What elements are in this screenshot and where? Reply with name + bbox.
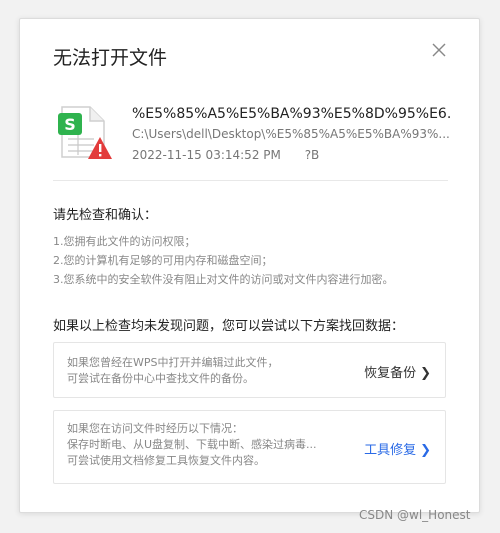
option-line: 保存时断电、从U盘复制、下载中断、感染过病毒... — [67, 438, 317, 451]
file-date: 2022-11-15 03:14:52 PM — [132, 148, 281, 162]
restore-backup-label: 恢复备份 — [364, 366, 417, 381]
close-icon[interactable] — [429, 40, 449, 60]
wps-spreadsheet-error-icon: S — [58, 106, 112, 159]
chevron-right-icon: ❯ — [420, 366, 431, 381]
tool-repair-label: 工具修复 — [364, 443, 417, 458]
option-description: 如果您在访问文件时经历以下情况： 保存时断电、从U盘复制、下载中断、感染过病毒.… — [67, 421, 317, 469]
option-line: 如果您在访问文件时经历以下情况： — [67, 422, 243, 435]
recover-title: 如果以上检查均未发现问题，您可以尝试以下方案找回数据： — [53, 319, 405, 334]
restore-backup-button[interactable]: 恢复备份 ❯ — [364, 362, 431, 381]
check-list: 1.您拥有此文件的访问权限； 2.您的计算机有足够的可用内存和磁盘空间； 3.您… — [53, 232, 394, 289]
file-name: %E5%85%A5%E5%BA%93%E5%8D%95%E6... — [132, 106, 452, 122]
dialog-title: 无法打开文件 — [53, 47, 168, 69]
option-line: 可尝试在备份中心中查找文件的备份。 — [67, 372, 254, 385]
file-size: ?B — [304, 148, 320, 162]
option-restore-backup: 如果您曾经在WPS中打开并编辑过此文件， 可尝试在备份中心中查找文件的备份。 恢… — [53, 342, 446, 398]
tool-repair-button[interactable]: 工具修复 ❯ — [364, 439, 431, 458]
chevron-right-icon: ❯ — [420, 443, 431, 458]
open-file-error-dialog: 无法打开文件 S %E5%85%A5%E5%BA%93%E5%8D%95%E6.… — [19, 18, 480, 513]
svg-text:S: S — [64, 115, 76, 134]
option-description: 如果您曾经在WPS中打开并编辑过此文件， 可尝试在备份中心中查找文件的备份。 — [67, 355, 279, 387]
option-line: 如果您曾经在WPS中打开并编辑过此文件， — [67, 356, 279, 369]
watermark: CSDN @wl_Honest — [359, 508, 471, 522]
check-item: 1.您拥有此文件的访问权限； — [53, 235, 196, 248]
check-item: 3.您系统中的安全软件没有阻止对文件的访问或对文件内容进行加密。 — [53, 273, 394, 286]
divider — [53, 180, 448, 181]
option-tool-repair: 如果您在访问文件时经历以下情况： 保存时断电、从U盘复制、下载中断、感染过病毒.… — [53, 410, 446, 484]
file-meta: 2022-11-15 03:14:52 PM ?B — [132, 148, 319, 162]
file-path: C:\Users\dell\Desktop\%E5%85%A5%E5%BA%93… — [132, 127, 450, 141]
option-line: 可尝试使用文档修复工具恢复文件内容。 — [67, 454, 265, 467]
check-item: 2.您的计算机有足够的可用内存和磁盘空间； — [53, 254, 273, 267]
check-title: 请先检查和确认： — [53, 208, 158, 223]
